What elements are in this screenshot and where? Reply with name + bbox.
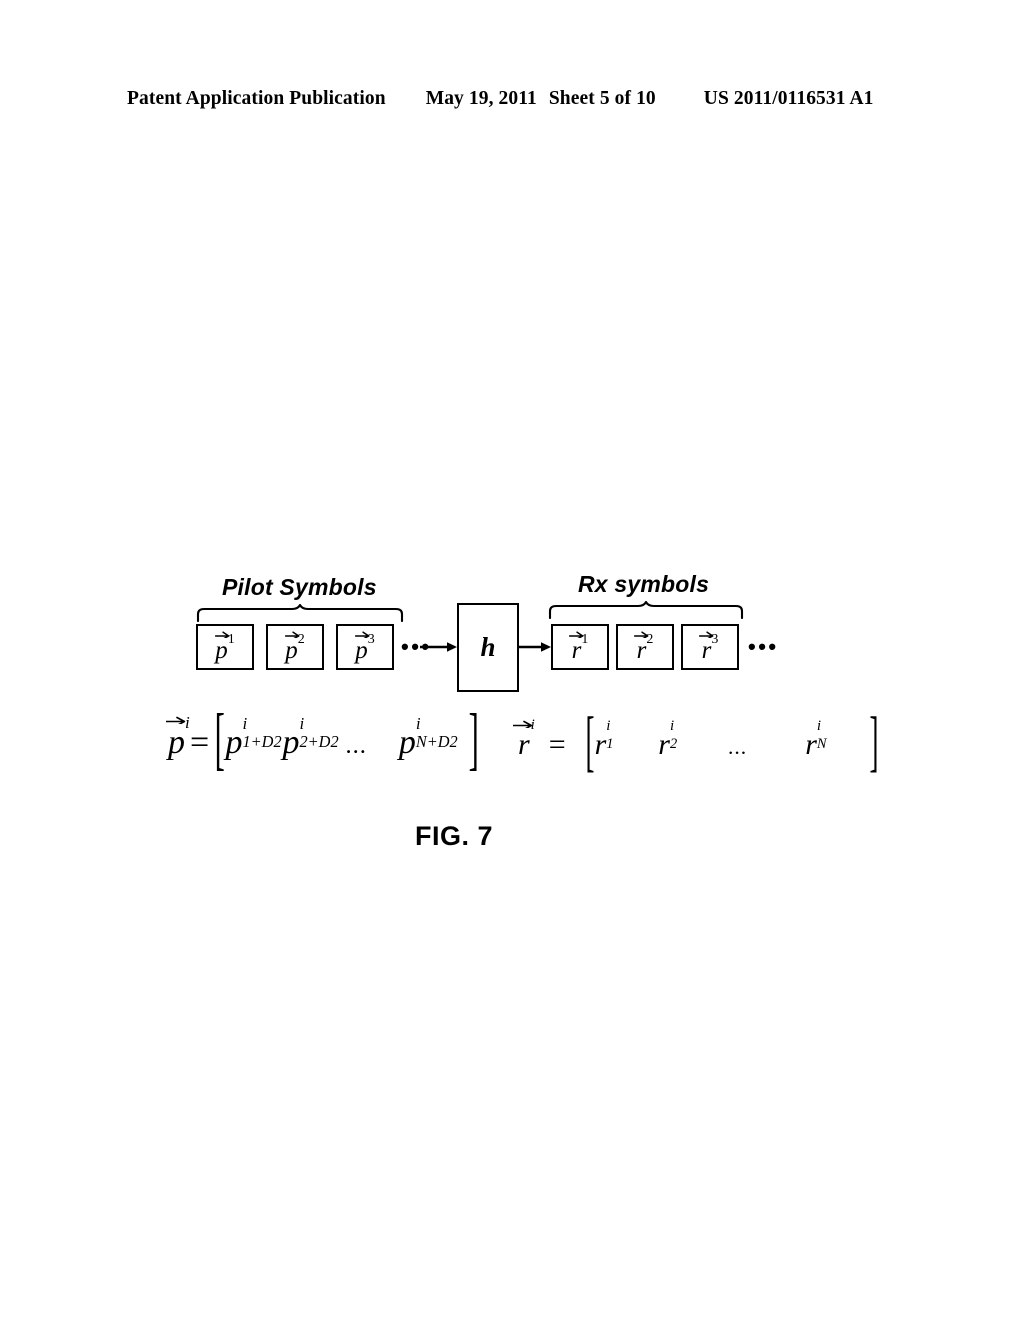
open-bracket: [	[214, 702, 225, 778]
equation-term: p i 2+D2	[282, 715, 339, 761]
term-superscript: i	[669, 718, 675, 734]
vector-symbol: p 3	[354, 631, 375, 664]
vector-symbol: p 2	[284, 631, 305, 664]
term-subscript: N	[816, 736, 827, 753]
term-letter: r	[805, 728, 817, 761]
pilot-symbol-box: p 1	[196, 624, 254, 670]
term-superscript: i	[242, 714, 248, 733]
vector-symbol: r 3	[699, 631, 719, 664]
equation-ellipsis: ...	[727, 735, 748, 759]
vector-superscript: 3	[711, 631, 719, 647]
term-subscript: 2	[669, 736, 678, 753]
vector-letter: r	[636, 637, 647, 664]
output-flow-arrow-icon	[519, 641, 552, 653]
equation-ellipsis: ...	[345, 732, 367, 759]
pilot-symbol-box: p 3	[336, 624, 394, 670]
close-bracket: ]	[468, 702, 479, 778]
term-letter: r	[658, 728, 670, 761]
equation-lhs-letter: p	[168, 724, 185, 761]
pilot-symbol-box: p 2	[266, 624, 324, 670]
equation-lhs-vector: p i	[165, 714, 190, 761]
equation-lhs-letter: r	[518, 728, 530, 761]
term-letter: p	[282, 724, 300, 761]
term-letter: p	[225, 724, 243, 761]
vector-superscript: 3	[367, 631, 375, 647]
vector-symbol: r 2	[634, 631, 654, 664]
term-superscript: i	[816, 718, 822, 734]
equation-term: r i N	[805, 719, 826, 761]
term-subscript: 1+D2	[242, 732, 282, 752]
equation-lhs-vector: r i	[513, 718, 535, 761]
equation-lhs-superscript: i	[185, 713, 190, 732]
vector-symbol: p 1	[214, 631, 235, 664]
rx-symbol-box: r 3	[681, 624, 739, 670]
term-subscript: 1	[606, 736, 614, 753]
vector-superscript: 2	[297, 631, 305, 647]
term-superscript: i	[606, 718, 611, 734]
equals-sign: =	[548, 728, 566, 761]
channel-label: h	[480, 632, 496, 662]
term-subscript: 2+D2	[299, 732, 339, 752]
rx-symbol-box: r 1	[551, 624, 609, 670]
input-flow-arrow-icon	[420, 641, 458, 653]
vector-arrow-icon	[165, 715, 186, 724]
vector-letter: p	[355, 637, 368, 664]
equation-term: r i 2	[658, 719, 677, 761]
rx-vector-equation: r i = [ r i 1 r i 2 ... r i N]	[513, 708, 879, 776]
pilot-vector-equation: p i = [ p i 1+D2 p i 2+D2 ... p i N+D2]	[165, 705, 479, 775]
rx-ellipsis: •••	[748, 634, 779, 659]
channel-block: h	[457, 603, 519, 692]
term-letter: r	[594, 728, 607, 761]
pilot-symbols-label: Pilot Symbols	[222, 574, 377, 600]
equation-term: r i 1	[594, 719, 614, 761]
equation-term: p i N+D2	[398, 715, 458, 761]
term-superscript: i	[415, 714, 421, 733]
vector-superscript: 2	[646, 631, 654, 647]
term-letter: p	[398, 724, 416, 761]
vector-superscript: 1	[227, 631, 235, 647]
vector-letter: p	[215, 637, 228, 664]
close-bracket: ]	[869, 704, 879, 779]
vector-letter: r	[701, 637, 712, 664]
rx-symbol-box: r 2	[616, 624, 674, 670]
term-subscript: N+D2	[415, 732, 458, 752]
vector-letter: p	[285, 637, 298, 664]
vector-letter: r	[571, 637, 582, 664]
vector-superscript: 1	[581, 631, 589, 647]
equation-lhs-superscript: i	[530, 717, 535, 733]
equation-term: p i 1+D2	[225, 715, 282, 761]
vector-symbol: r 1	[569, 631, 589, 664]
open-bracket: [	[585, 704, 595, 779]
figure-caption: FIG. 7	[415, 821, 494, 851]
figure-7-diagram: Pilot Symbols Rx symbols p 1 p2 p3 ••• h…	[0, 0, 1024, 1320]
term-superscript: i	[299, 714, 305, 733]
rx-symbols-label: Rx symbols	[578, 571, 710, 597]
rx-group-brace-icon	[548, 601, 744, 619]
pilot-group-brace-icon	[196, 604, 404, 622]
